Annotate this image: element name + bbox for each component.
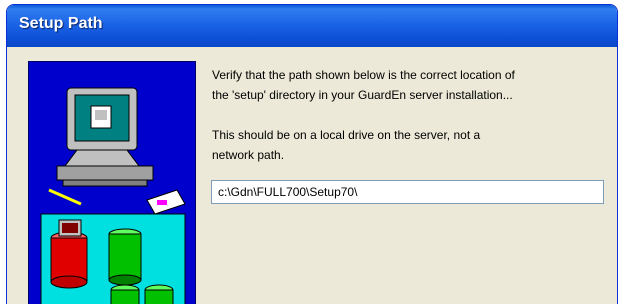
setup-path-input[interactable] xyxy=(211,180,604,204)
setup-illustration xyxy=(28,61,196,304)
instruction-line-1: Verify that the path shown below is the … xyxy=(212,68,515,82)
instruction-text: Verify that the path shown below is the … xyxy=(212,65,612,105)
title-bar[interactable]: Setup Path xyxy=(7,5,617,47)
note-line-1: This should be on a local drive on the s… xyxy=(212,128,481,142)
note-line-2: network path. xyxy=(212,148,285,162)
instruction-line-2: the 'setup' directory in your GuardEn se… xyxy=(212,88,513,102)
setup-path-dialog: Setup Path Verify that the path shown be… xyxy=(6,4,618,304)
computer-icon xyxy=(40,87,186,304)
note-text: This should be on a local drive on the s… xyxy=(212,125,612,165)
window-title: Setup Path xyxy=(19,15,103,32)
pencil-icon xyxy=(48,188,82,206)
